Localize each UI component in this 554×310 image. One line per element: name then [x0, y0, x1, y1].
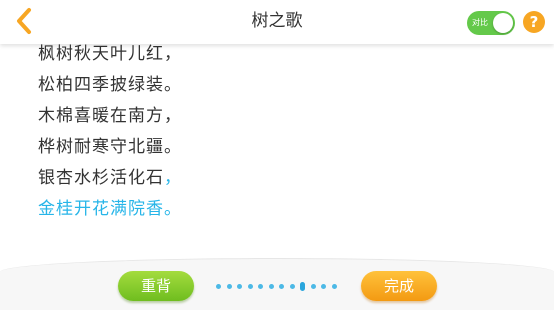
bottom-bar [0, 258, 554, 310]
toggle-knob [493, 13, 513, 33]
progress-dot [268, 284, 274, 289]
poem-line: 桦树耐寒守北疆。 [38, 132, 518, 163]
finish-button[interactable]: 完成 [361, 271, 437, 301]
highlighted-punctuation: ， [164, 168, 182, 188]
progress-dot [310, 284, 316, 289]
poem-line: 松柏四季披绿装。 [38, 70, 518, 101]
progress-dot [216, 284, 221, 289]
progress-dot [237, 284, 242, 289]
poem-text: 枫树秋天叶儿红， 松柏四季披绿装。 木棉喜暖在南方， 桦树耐寒守北疆。 银杏水杉… [38, 39, 518, 225]
compare-toggle[interactable]: 对比 [467, 11, 515, 35]
poem-line: 银杏水杉活化石， [38, 163, 518, 194]
progress-dot [258, 284, 263, 289]
progress-dot [331, 284, 337, 289]
compare-toggle-label: 对比 [472, 18, 488, 27]
progress-dot [226, 284, 232, 289]
progress-dot-active [300, 282, 305, 291]
recite-again-button[interactable]: 重背 [118, 271, 194, 301]
poem-line-text: 银杏水杉活化石 [38, 168, 164, 188]
progress-dot [279, 284, 284, 289]
poem-line-text: 枫树秋天叶儿红， [38, 44, 182, 64]
poem-line-text: 松柏四季披绿装。 [38, 75, 182, 95]
help-button[interactable]: ? [523, 11, 545, 33]
poem-line-text: 木棉喜暖在南方， [38, 106, 182, 126]
poem-line-text: 金桂开花满院香。 [38, 199, 182, 219]
recitation-screen: 树之歌 对比 ? 枫树秋天叶儿红， 松柏四季披绿装。 木棉喜暖在南方， 桦树耐寒… [0, 0, 554, 310]
poem-line: 木棉喜暖在南方， [38, 101, 518, 132]
progress-dot [289, 284, 295, 289]
progress-dot [247, 284, 253, 289]
top-bar: 树之歌 对比 ? [0, 0, 554, 44]
current-poem-line: 金桂开花满院香。 [38, 194, 518, 225]
poem-line-text: 桦树耐寒守北疆。 [38, 137, 182, 157]
progress-dot [321, 284, 326, 289]
